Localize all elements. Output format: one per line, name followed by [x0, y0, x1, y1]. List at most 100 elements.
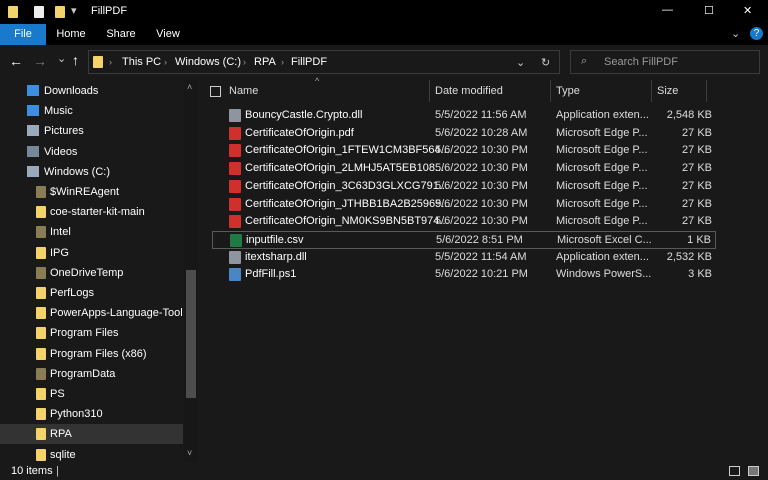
file-type: Microsoft Excel C...	[557, 233, 652, 246]
select-all-checkbox[interactable]	[210, 86, 221, 97]
back-button[interactable]: ←	[9, 53, 23, 69]
large-icons-view-button[interactable]	[748, 466, 759, 476]
file-type: Microsoft Edge P...	[556, 215, 648, 228]
breadcrumb-this-pc[interactable]: This PC	[122, 56, 161, 68]
breadcrumb-fillpdf[interactable]: FillPDF	[291, 56, 327, 68]
pictures-icon	[27, 125, 39, 137]
sidebar-item[interactable]: coe-starter-kit-main	[0, 202, 183, 222]
sidebar-item[interactable]: Pictures	[0, 121, 183, 141]
navigation-pane: Downloads Music Pictures Videos Windows (C:)…	[0, 80, 198, 462]
file-name: CertificateOfOrigin_3C63D3GLXCG791...	[245, 179, 448, 192]
address-dropdown-icon[interactable]: ⌄	[516, 56, 525, 69]
scroll-up-icon[interactable]: ˄	[187, 82, 192, 92]
recent-locations-button[interactable]: ⌄	[57, 52, 66, 65]
sidebar-item[interactable]: PowerApps-Language-Tooling	[0, 303, 183, 323]
file-row[interactable]: CertificateOfOrigin_2LMHJ5AT5EB108... 5/…	[212, 160, 716, 178]
sidebar-item[interactable]: Videos	[0, 142, 183, 162]
column-size[interactable]: Size	[657, 83, 678, 100]
file-size: 27 KB	[682, 215, 712, 228]
pdf-file-icon	[229, 144, 241, 158]
column-name[interactable]: Name	[229, 83, 258, 100]
tab-home[interactable]: Home	[50, 24, 92, 45]
sidebar-item-label: $WinREAgent	[50, 186, 120, 198]
folder-icon	[36, 226, 46, 239]
sidebar-item[interactable]: RPA	[0, 424, 183, 445]
sidebar-item-label: Python310	[50, 408, 103, 421]
sidebar-item-label: ProgramData	[50, 367, 116, 380]
up-button[interactable]: ↑	[72, 52, 79, 68]
pdf-file-icon	[229, 162, 241, 176]
file-name: BouncyCastle.Crypto.dll	[245, 109, 363, 121]
forward-button[interactable]: →	[33, 53, 47, 69]
scroll-down-icon[interactable]: ˅	[187, 448, 192, 458]
window-title: FillPDF	[91, 5, 128, 17]
file-name: CertificateOfOrigin.pdf	[245, 126, 354, 139]
tab-share[interactable]: Share	[100, 24, 142, 45]
sidebar-item[interactable]: Windows (C:)	[0, 162, 183, 182]
sidebar-item-label: Windows (C:)	[44, 165, 111, 178]
help-icon[interactable]: ?	[750, 27, 763, 40]
close-button[interactable]: ✕	[743, 4, 752, 17]
file-date: 5/6/2022 10:30 PM	[435, 179, 528, 192]
file-row[interactable]: CertificateOfOrigin_NM0KS9BN5BT974... 5/…	[212, 213, 716, 231]
file-row[interactable]: CertificateOfOrigin_1FTEW1CM3BF564... 5/…	[212, 142, 716, 160]
sidebar-item-label: Program Files	[50, 327, 119, 340]
maximize-button[interactable]: ☐	[704, 4, 714, 17]
folder-icon	[36, 287, 46, 299]
sidebar-item-label: Program Files (x86)	[50, 347, 147, 360]
new-folder-icon[interactable]	[55, 6, 65, 18]
sidebar-item[interactable]: Music	[0, 101, 183, 121]
minimize-button[interactable]: —	[662, 4, 673, 16]
file-size: 27 KB	[682, 162, 712, 175]
sidebar-item[interactable]: PerfLogs	[0, 283, 183, 303]
sidebar-item[interactable]: Downloads	[0, 81, 183, 101]
file-size: 3 KB	[688, 268, 712, 281]
sidebar-item[interactable]: OneDriveTemp	[0, 263, 183, 283]
tab-view[interactable]: View	[148, 24, 188, 45]
quick-access-dropdown-icon[interactable]: ▾	[71, 4, 77, 17]
search-input[interactable]: ⌕ Search FillPDF	[570, 50, 760, 74]
ps1-file-icon	[229, 268, 241, 282]
breadcrumb-windows-c[interactable]: Windows (C:)	[175, 56, 241, 68]
file-row[interactable]: PdfFill.ps1 5/6/2022 10:21 PM Windows Po…	[212, 266, 716, 284]
file-size: 2,548 KB	[666, 109, 712, 121]
sidebar-item[interactable]: Intel	[0, 222, 183, 242]
details-view-button[interactable]	[729, 466, 740, 476]
address-bar[interactable]: › This PC › Windows (C:) › RPA › FillPDF…	[88, 50, 560, 74]
file-row[interactable]: CertificateOfOrigin_JTHBB1BA2B25969... 5…	[212, 196, 716, 214]
sidebar-item[interactable]: Program Files	[0, 323, 183, 343]
file-row[interactable]: inputfile.csv 5/6/2022 8:51 PM Microsoft…	[212, 230, 716, 249]
file-date: 5/6/2022 10:30 PM	[435, 162, 528, 175]
refresh-button[interactable]: ↻	[541, 56, 550, 69]
file-row[interactable]: CertificateOfOrigin_3C63D3GLXCG791... 5/…	[212, 178, 716, 196]
sidebar-item[interactable]: Program Files (x86)	[0, 344, 183, 364]
sidebar-item[interactable]: $WinREAgent	[0, 182, 183, 202]
file-row[interactable]: BouncyCastle.Crypto.dll 5/5/2022 11:56 A…	[212, 107, 716, 125]
ribbon-expand-icon[interactable]: ⌄	[731, 27, 740, 40]
tab-file[interactable]: File	[0, 24, 46, 45]
folder-icon	[8, 6, 18, 18]
sidebar-item-label: IPG	[50, 246, 69, 259]
properties-icon[interactable]	[34, 6, 44, 18]
dll-file-icon	[229, 109, 241, 122]
scrollbar-thumb[interactable]	[186, 270, 196, 398]
breadcrumb-rpa[interactable]: RPA	[254, 56, 276, 68]
sidebar-item[interactable]: PS	[0, 384, 183, 404]
column-date-modified[interactable]: Date modified	[435, 83, 503, 100]
file-type: Microsoft Edge P...	[556, 197, 648, 210]
pdf-file-icon	[229, 179, 241, 193]
folder-icon	[36, 246, 46, 259]
sidebar-item-label: OneDriveTemp	[50, 266, 124, 279]
download-icon	[27, 85, 39, 96]
sidebar-item[interactable]: IPG	[0, 243, 183, 263]
file-row[interactable]: CertificateOfOrigin.pdf 5/6/2022 10:28 A…	[212, 125, 716, 143]
file-date: 5/5/2022 11:54 AM	[435, 250, 527, 263]
file-size: 27 KB	[682, 126, 712, 139]
column-type[interactable]: Type	[556, 83, 580, 100]
file-row[interactable]: itextsharp.dll 5/5/2022 11:54 AM Applica…	[212, 249, 716, 267]
sidebar-item[interactable]: Python310	[0, 404, 183, 424]
file-name: CertificateOfOrigin_1FTEW1CM3BF564...	[245, 144, 450, 157]
file-size: 27 KB	[682, 179, 712, 192]
sidebar-item[interactable]: ProgramData	[0, 364, 183, 384]
folder-icon	[36, 206, 46, 219]
